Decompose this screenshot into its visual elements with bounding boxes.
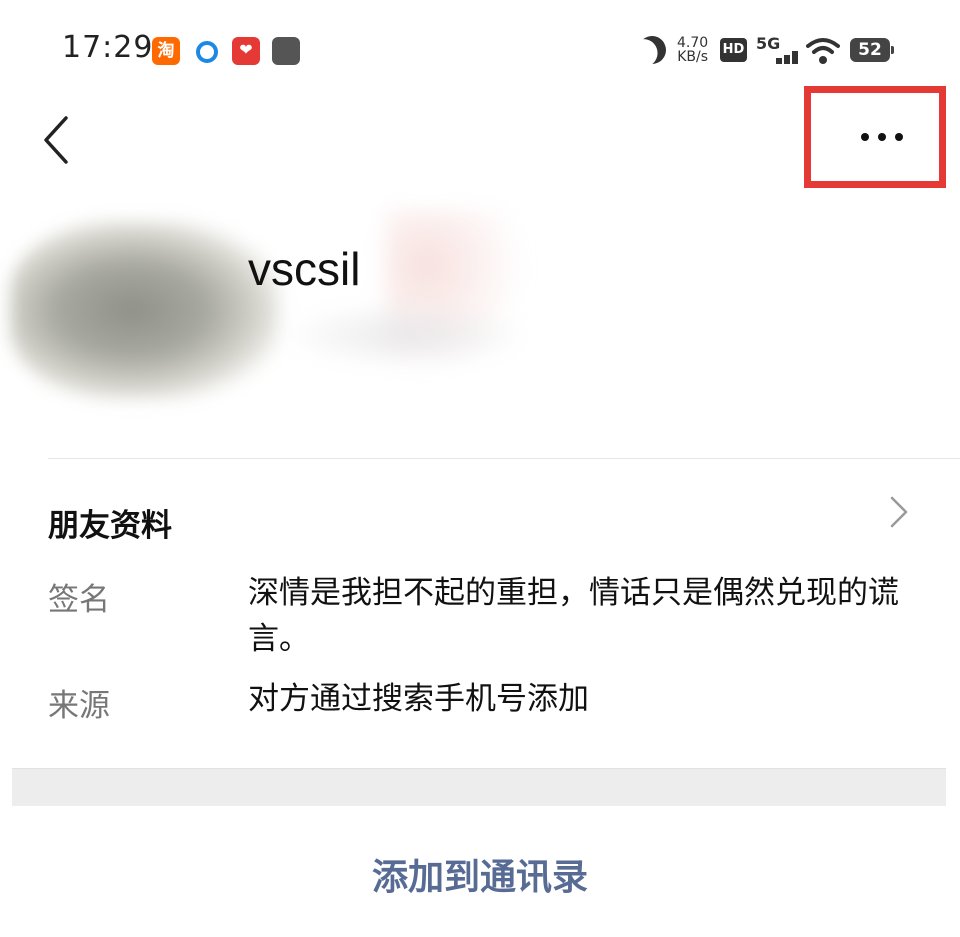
profile-name: vscsil <box>248 243 361 295</box>
wifi-icon <box>806 38 840 64</box>
gray-app-icon <box>272 37 300 65</box>
net-speed-unit: KB/s <box>677 49 708 65</box>
red-app-icon: ❤ <box>232 37 260 65</box>
signature-value: 深情是我担不起的重担，情话只是偶然兑现的谎言。 <box>248 575 899 657</box>
more-button[interactable] <box>804 86 946 188</box>
add-to-contacts-button[interactable]: 添加到通讯录 <box>0 848 960 900</box>
status-time: 17:29 <box>62 30 154 65</box>
signature-label: 签名 <box>48 582 110 618</box>
avatar[interactable] <box>10 220 280 400</box>
taobao-app-icon: 淘 <box>152 37 180 65</box>
net-speed: 4.70 KB/s <box>677 36 708 64</box>
hd-badge: HD <box>720 38 747 62</box>
signal-icon <box>764 50 798 64</box>
battery-icon: 52 <box>850 38 894 62</box>
divider <box>48 458 960 459</box>
back-button[interactable] <box>30 108 90 172</box>
q-app-icon <box>192 37 220 65</box>
chevron-right-icon[interactable] <box>884 494 912 530</box>
wechat-id-blurred-region <box>280 300 530 370</box>
net-speed-value: 4.70 <box>677 35 709 51</box>
status-bar: 17:29 淘 ❤ 4.70 KB/s HD 5G 52 <box>0 0 960 100</box>
more-dots-icon <box>859 133 905 143</box>
section-separator <box>12 768 946 806</box>
source-value: 对方通过搜索手机号添加 <box>248 681 589 717</box>
chevron-left-icon <box>44 116 68 164</box>
moon-icon <box>634 32 670 68</box>
source-label: 来源 <box>48 688 110 724</box>
friend-info-title[interactable]: 朋友资料 <box>48 500 172 545</box>
